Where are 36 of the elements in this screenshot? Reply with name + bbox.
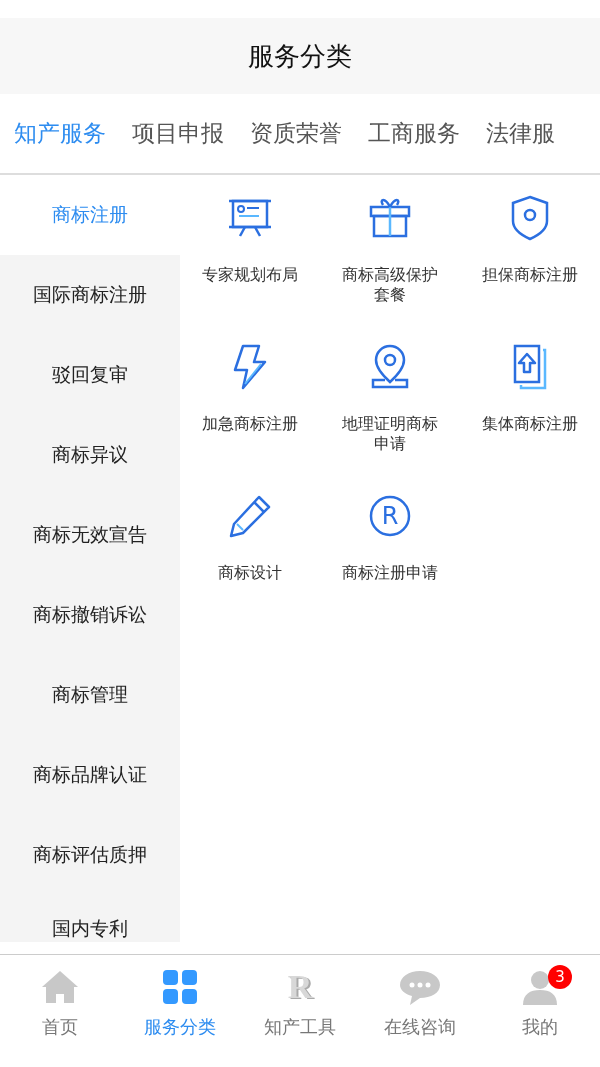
letter-icon: R xyxy=(280,967,320,1007)
page-title: 服务分类 xyxy=(248,39,352,73)
grid-icon xyxy=(160,967,200,1007)
category-tab[interactable]: 法律服 xyxy=(486,118,555,149)
tab-bar-item[interactable]: 服务分类 xyxy=(120,955,240,1067)
category-tab[interactable]: 资质荣誉 xyxy=(250,118,342,149)
service-label[interactable]: 商标高级保护套餐 xyxy=(340,265,440,305)
tab-bar-item[interactable]: R 知产工具 xyxy=(240,955,360,1067)
sidebar-item[interactable]: 商标管理 xyxy=(0,655,180,735)
sidebar-item[interactable]: 商标品牌认证 xyxy=(0,735,180,815)
service-label[interactable]: 担保商标注册 xyxy=(480,265,580,285)
tab-bar-label: 我的 xyxy=(522,1015,558,1039)
sidebar-item[interactable]: 驳回复审 xyxy=(0,335,180,415)
service-label[interactable]: 集体商标注册 xyxy=(480,414,580,434)
tab-bar-label: 在线咨询 xyxy=(384,1015,456,1039)
service-label[interactable]: 专家规划布局 xyxy=(200,265,300,285)
sidebar-item[interactable]: 国内专利 xyxy=(0,895,180,942)
category-tab[interactable]: 工商服务 xyxy=(368,118,460,149)
sidebar-item[interactable]: 商标注册 xyxy=(0,175,180,255)
notification-badge: 3 xyxy=(548,965,572,989)
service-label[interactable]: 地理证明商标申请 xyxy=(340,414,440,454)
sidebar-item[interactable]: 商标无效宣告 xyxy=(0,495,180,575)
sidebar-item[interactable]: 商标异议 xyxy=(0,415,180,495)
service-label[interactable]: 商标设计 xyxy=(200,563,300,583)
sidebar-item[interactable]: 商标撤销诉讼 xyxy=(0,575,180,655)
tab-bar-label: 服务分类 xyxy=(144,1015,216,1039)
service-label[interactable]: 加急商标注册 xyxy=(200,414,300,434)
sidebar-item[interactable]: 商标评估质押 xyxy=(0,815,180,895)
sidebar-item[interactable]: 国际商标注册 xyxy=(0,255,180,335)
tab-bar-label: 首页 xyxy=(42,1015,78,1039)
tab-bar-item[interactable]: 我的 3 xyxy=(480,955,600,1067)
service-label[interactable]: 商标注册申请 xyxy=(340,563,440,583)
category-tab[interactable]: 项目申报 xyxy=(132,118,224,149)
tab-bar-item[interactable]: 在线咨询 xyxy=(360,955,480,1067)
tab-bar-label: 知产工具 xyxy=(264,1015,336,1039)
tab-bar-item[interactable]: 首页 xyxy=(0,955,120,1067)
